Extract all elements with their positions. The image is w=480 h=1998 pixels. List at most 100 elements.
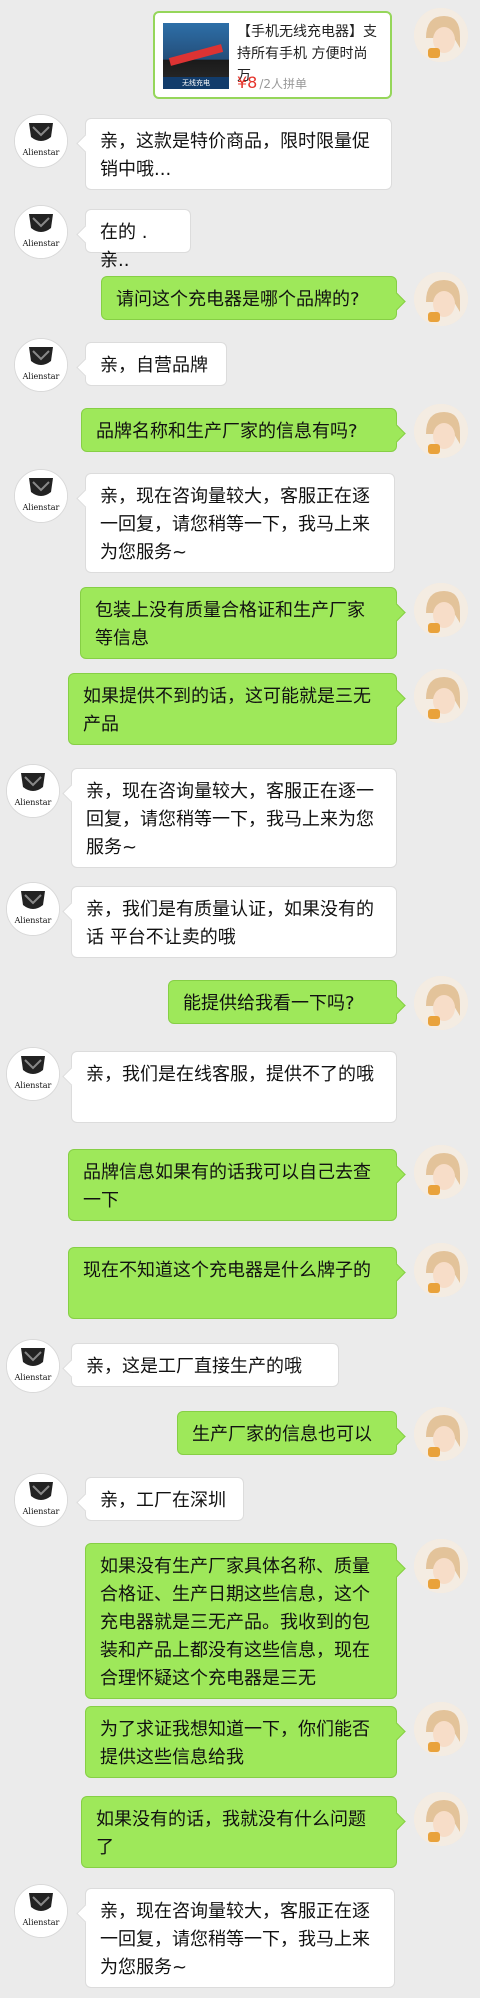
message-text: 亲，工厂在深圳: [100, 1490, 226, 1511]
shop-message-row: 亲，现在咨询量较大，客服正在逐一回复，请您稍等一下，我马上来为您服务~ Alien…: [0, 1884, 480, 1998]
message-text: 亲，自营品牌: [100, 355, 208, 376]
shop-message-row: 亲，工厂在深圳 Alienstar: [0, 1473, 480, 1531]
shop-message-bubble[interactable]: 亲，现在咨询量较大，客服正在逐一回复，请您稍等一下，我马上来为您服务~: [85, 473, 395, 573]
shop-avatar[interactable]: Alienstar: [6, 882, 60, 936]
message-text: 如果没有的话，我就没有什么问题了: [96, 1809, 366, 1858]
shop-logo-text: Alienstar: [14, 1081, 52, 1090]
message-text: 亲，我们是在线客服，提供不了的哦: [86, 1064, 374, 1085]
product-thumbnail: 无线充电: [163, 23, 229, 89]
message-text: 亲，这款是特价商品，限时限量促销中哦...: [100, 131, 370, 180]
shop-message-row: 亲，自营品牌 Alienstar: [0, 338, 480, 396]
shop-message-row: 亲，我们是有质量认证，如果没有的话 平台不让卖的哦 Alienstar: [0, 882, 480, 968]
shop-logo-text: Alienstar: [14, 916, 52, 925]
shop-avatar[interactable]: Alienstar: [6, 764, 60, 818]
user-avatar[interactable]: [414, 1539, 468, 1593]
user-message-row: 品牌信息如果有的话我可以自己去查一下: [0, 1145, 480, 1231]
user-avatar[interactable]: [414, 976, 468, 1030]
shop-avatar[interactable]: Alienstar: [14, 338, 68, 392]
shop-avatar[interactable]: Alienstar: [14, 114, 68, 168]
message-text: 现在不知道这个充电器是什么牌子的: [83, 1260, 371, 1281]
user-avatar[interactable]: [414, 1702, 468, 1756]
shop-message-bubble[interactable]: 亲，现在咨询量较大，客服正在逐一回复，请您稍等一下，我马上来为您服务~: [71, 768, 397, 868]
user-message-row: 生产厂家的信息也可以: [0, 1407, 480, 1465]
product-card[interactable]: 无线充电 【手机无线充电器】支持所有手机 方便时尚 万 ¥8/2人拼单: [153, 11, 392, 99]
user-message-bubble[interactable]: 如果没有生产厂家具体名称、质量合格证、生产日期这些信息，这个充电器就是三无产品。…: [85, 1543, 397, 1699]
user-avatar[interactable]: [414, 272, 468, 326]
user-avatar-icon: [414, 272, 468, 326]
shop-message-bubble[interactable]: 在的 .亲..: [85, 209, 191, 271]
user-avatar[interactable]: [414, 1792, 468, 1846]
user-message-bubble[interactable]: 为了求证我想知道一下，你们能否提供这些信息给我: [85, 1706, 397, 1778]
shop-message-bubble[interactable]: 亲，自营品牌: [85, 342, 227, 386]
shop-avatar[interactable]: Alienstar: [6, 1339, 60, 1393]
user-message-bubble[interactable]: 现在不知道这个充电器是什么牌子的: [68, 1247, 397, 1319]
shop-message-bubble[interactable]: 亲，工厂在深圳: [85, 1477, 244, 1521]
shop-message-row: 亲，现在咨询量较大，客服正在逐一回复，请您稍等一下，我马上来为您服务~ Alien…: [0, 764, 480, 878]
shop-logo-text: Alienstar: [22, 1918, 60, 1927]
user-avatar-icon: [414, 404, 468, 458]
message-text: 亲，现在咨询量较大，客服正在逐一回复，请您稍等一下，我马上来为您服务~: [100, 486, 370, 563]
user-avatar[interactable]: [414, 8, 468, 62]
user-avatar[interactable]: [414, 1407, 468, 1461]
user-message-bubble[interactable]: 包装上没有质量合格证和生产厂家等信息: [80, 587, 397, 659]
shop-avatar[interactable]: Alienstar: [14, 469, 68, 523]
group-buy-label: /2人拼单: [259, 77, 308, 91]
shop-message-row: 亲，现在咨询量较大，客服正在逐一回复，请您稍等一下，我马上来为您服务~ Alien…: [0, 469, 480, 583]
user-message-row: 为了求证我想知道一下，你们能否提供这些信息给我: [0, 1702, 480, 1788]
thumb-caption: 无线充电: [163, 77, 229, 89]
shop-logo-text: Alienstar: [22, 148, 60, 157]
user-avatar[interactable]: [414, 669, 468, 723]
shop-logo-text: Alienstar: [22, 239, 60, 248]
user-message-bubble[interactable]: 品牌名称和生产厂家的信息有吗?: [81, 408, 397, 452]
user-message-bubble[interactable]: 如果没有的话，我就没有什么问题了: [81, 1796, 397, 1868]
user-avatar[interactable]: [414, 583, 468, 637]
shop-logo-text: Alienstar: [22, 372, 60, 381]
shop-message-bubble[interactable]: 亲，我们是在线客服，提供不了的哦: [71, 1051, 397, 1123]
message-text: 生产厂家的信息也可以: [192, 1424, 372, 1445]
shop-logo-icon: Alienstar: [15, 115, 67, 167]
message-text: 如果提供不到的话，这可能就是三无产品: [83, 686, 371, 735]
user-message-bubble[interactable]: 请问这个充电器是哪个品牌的?: [101, 276, 397, 320]
shop-message-bubble[interactable]: 亲，我们是有质量认证，如果没有的话 平台不让卖的哦: [71, 886, 397, 958]
user-avatar[interactable]: [414, 1145, 468, 1199]
shop-logo-icon: Alienstar: [7, 1340, 59, 1392]
product-price: ¥8/2人拼单: [237, 73, 307, 92]
shop-avatar[interactable]: Alienstar: [6, 1047, 60, 1101]
user-avatar-icon: [414, 8, 468, 62]
user-avatar-icon: [414, 1407, 468, 1461]
shop-message-row: 在的 .亲.. Alienstar: [0, 205, 480, 271]
price-value: ¥8: [237, 73, 258, 92]
shop-logo-icon: Alienstar: [15, 339, 67, 391]
shop-logo-text: Alienstar: [14, 798, 52, 807]
user-avatar[interactable]: [414, 404, 468, 458]
user-avatar-icon: [414, 1243, 468, 1297]
shop-logo-text: Alienstar: [14, 1373, 52, 1382]
shop-logo-icon: Alienstar: [7, 1048, 59, 1100]
shop-message-bubble[interactable]: 亲，现在咨询量较大，客服正在逐一回复，请您稍等一下，我马上来为您服务~: [85, 1888, 395, 1988]
user-message-bubble[interactable]: 生产厂家的信息也可以: [177, 1411, 397, 1455]
shop-message-row: 亲，我们是在线客服，提供不了的哦 Alienstar: [0, 1047, 480, 1133]
shop-avatar[interactable]: Alienstar: [14, 1473, 68, 1527]
thumb-decoration: [168, 44, 224, 66]
message-text: 亲，现在咨询量较大，客服正在逐一回复，请您稍等一下，我马上来为您服务~: [86, 781, 374, 858]
user-message-row: 请问这个充电器是哪个品牌的?: [0, 272, 480, 330]
shop-message-bubble[interactable]: 亲，这款是特价商品，限时限量促销中哦...: [85, 118, 392, 190]
message-text: 品牌名称和生产厂家的信息有吗?: [96, 421, 358, 442]
user-message-bubble[interactable]: 如果提供不到的话，这可能就是三无产品: [68, 673, 397, 745]
user-message-row: 如果没有生产厂家具体名称、质量合格证、生产日期这些信息，这个充电器就是三无产品。…: [0, 1539, 480, 1709]
user-message-row: 能提供给我看一下吗?: [0, 976, 480, 1034]
user-message-row: 现在不知道这个充电器是什么牌子的: [0, 1243, 480, 1329]
shop-avatar[interactable]: Alienstar: [14, 1884, 68, 1938]
shop-avatar[interactable]: Alienstar: [14, 205, 68, 259]
shop-logo-text: Alienstar: [22, 1507, 60, 1516]
user-avatar[interactable]: [414, 1243, 468, 1297]
user-message-bubble[interactable]: 品牌信息如果有的话我可以自己去查一下: [68, 1149, 397, 1221]
shop-message-row: 亲，这款是特价商品，限时限量促销中哦... Alienstar: [0, 114, 480, 200]
user-avatar-icon: [414, 583, 468, 637]
user-message-bubble[interactable]: 能提供给我看一下吗?: [168, 980, 397, 1024]
shop-message-bubble[interactable]: 亲，这是工厂直接生产的哦: [71, 1343, 339, 1387]
message-text: 为了求证我想知道一下，你们能否提供这些信息给我: [100, 1719, 370, 1768]
message-text: 亲，现在咨询量较大，客服正在逐一回复，请您稍等一下，我马上来为您服务~: [100, 1901, 370, 1978]
message-text: 包装上没有质量合格证和生产厂家等信息: [95, 600, 365, 649]
shop-logo-icon: Alienstar: [7, 765, 59, 817]
